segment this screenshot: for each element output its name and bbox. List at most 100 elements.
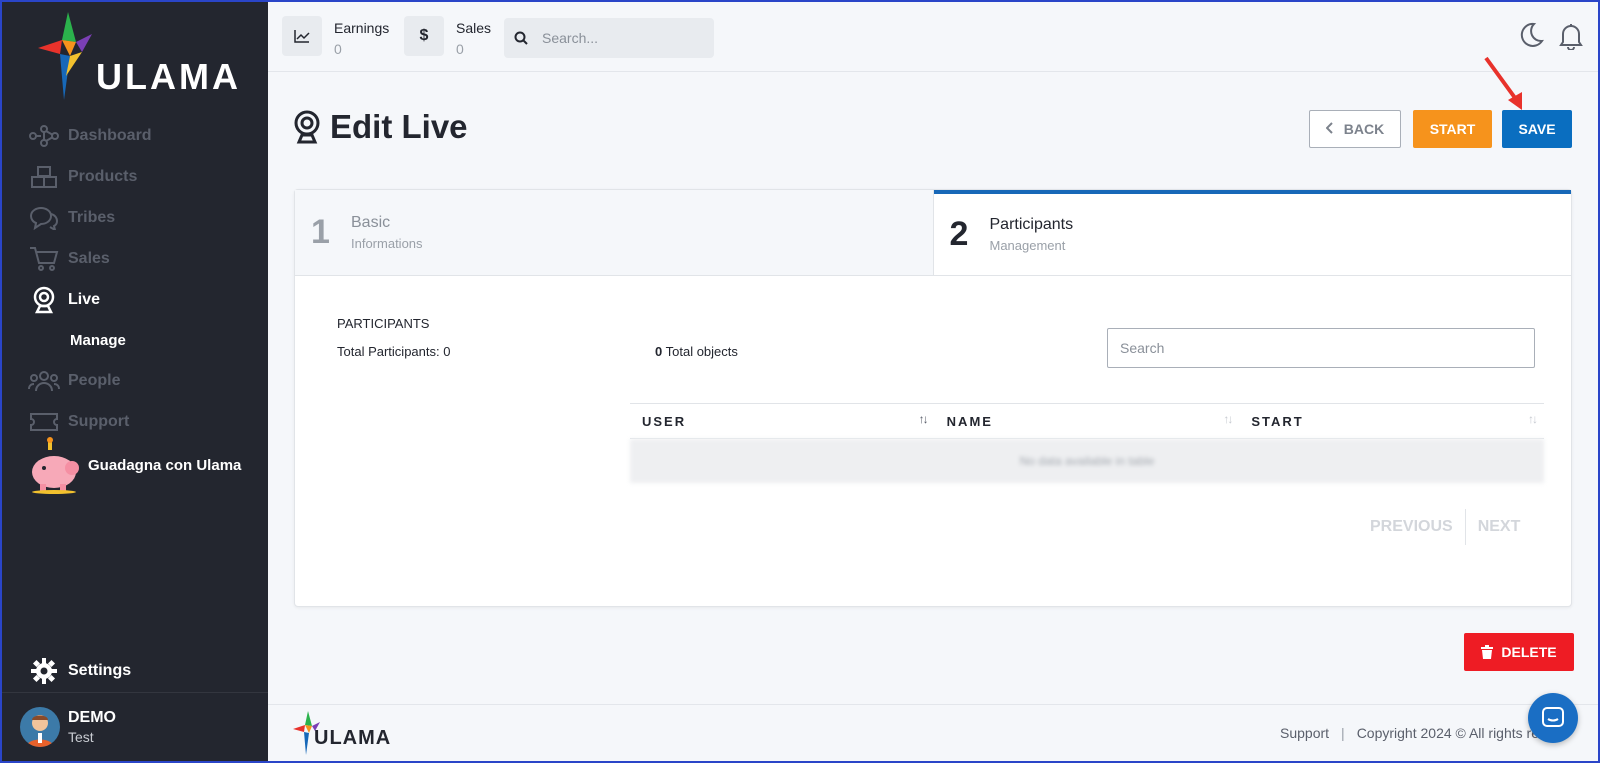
piggy-bank-icon (32, 437, 79, 494)
network-icon (28, 122, 60, 150)
bell-icon[interactable] (1558, 22, 1584, 50)
sidebar-item-label: Live (68, 290, 101, 308)
participants-search-input[interactable] (1108, 329, 1534, 367)
chat-icon (1542, 707, 1564, 727)
total-objects: 0 Total objects (655, 344, 738, 359)
sidebar: ULAMA Dashboard Products Tribes Sales Li… (2, 2, 268, 761)
earnings-value: 0 (334, 41, 342, 57)
settings-label: Settings (68, 662, 132, 679)
sales-stat: $ Sales 0 (404, 16, 491, 57)
sidebar-item-settings[interactable]: Settings (28, 652, 131, 690)
footer-support-link[interactable]: Support (1280, 725, 1329, 741)
global-search-input[interactable] (542, 30, 692, 46)
sidebar-item-people[interactable]: People (2, 360, 268, 401)
table-header: USER ↑↓ NAME ↑↓ START ↑↓ (630, 403, 1544, 439)
people-icon (28, 367, 60, 395)
top-icons (1518, 22, 1584, 50)
boxes-icon (28, 163, 60, 191)
footer-logo[interactable]: ULAMA (292, 711, 402, 755)
column-start[interactable]: START ↑↓ (1239, 404, 1544, 438)
back-button[interactable]: BACK (1309, 110, 1401, 148)
sidebar-item-live[interactable]: Live (2, 279, 268, 320)
sales-value: 0 (456, 41, 464, 57)
sidebar-item-label: Dashboard (68, 126, 152, 144)
sidebar-item-sales[interactable]: Sales (2, 238, 268, 279)
participants-table: USER ↑↓ NAME ↑↓ START ↑↓ No data availab… (630, 403, 1544, 483)
column-label: USER (642, 413, 687, 429)
page-title-text: Edit Live (330, 108, 468, 145)
step-title: Basic (351, 214, 391, 231)
step-basic[interactable]: 1 Basic Informations (295, 190, 934, 276)
footer-separator: | (1341, 725, 1345, 741)
pagination: PREVIOUS NEXT (1370, 509, 1520, 545)
step-number: 2 (949, 215, 969, 253)
delete-label: DELETE (1501, 644, 1557, 660)
start-button[interactable]: START (1413, 110, 1492, 148)
ticket-icon (28, 408, 60, 436)
sort-icon: ↑↓ (1528, 412, 1538, 426)
table-empty-row: No data available in table (630, 439, 1544, 483)
sidebar-item-label: Support (68, 412, 130, 430)
moon-icon[interactable] (1518, 22, 1544, 48)
delete-button[interactable]: DELETE (1464, 633, 1574, 671)
footer: ULAMA Support | Copyright 2024 © All rig… (268, 704, 1598, 761)
step-number: 1 (311, 213, 330, 251)
column-label: NAME (946, 413, 993, 429)
sort-icon: ↑↓ (1223, 412, 1233, 426)
column-user[interactable]: USER ↑↓ (630, 404, 935, 438)
sidebar-item-dashboard[interactable]: Dashboard (2, 115, 268, 156)
top-bar: Earnings 0 $ Sales 0 (268, 2, 1598, 72)
chat-launcher-button[interactable] (1528, 693, 1578, 743)
sidebar-item-tribes[interactable]: Tribes (2, 197, 268, 238)
sidebar-item-label: People (68, 371, 121, 389)
pagination-divider (1464, 509, 1466, 545)
gear-icon (28, 658, 60, 684)
step-subtitle: Management (989, 238, 1066, 253)
chevron-left-icon (1325, 121, 1334, 137)
column-label: START (1251, 413, 1304, 429)
cart-icon (28, 245, 60, 273)
total-objects-count: 0 (655, 344, 663, 359)
avatar (20, 707, 60, 747)
sales-label: Sales (456, 20, 492, 36)
trash-icon (1481, 645, 1494, 659)
earn-with-ulama-link[interactable]: Guadagna con Ulama (28, 436, 258, 494)
global-search[interactable] (504, 18, 714, 58)
webcam-icon (292, 110, 322, 144)
chat-bubbles-icon (28, 204, 60, 232)
step-subtitle: Informations (351, 236, 423, 251)
participants-heading: PARTICIPANTS (337, 316, 430, 331)
footer-links: Support | Copyright 2024 © All rights re… (1280, 725, 1546, 741)
total-objects-text: Total objects (665, 344, 738, 359)
bird-logo-icon (38, 12, 92, 100)
sidebar-item-label: Sales (68, 249, 110, 267)
participants-total: Total Participants: 0 (337, 344, 451, 359)
participants-search[interactable] (1107, 328, 1535, 368)
user-name: DEMO (68, 709, 116, 726)
footer-brand-name: ULAMA (314, 727, 392, 749)
user-role: Test (68, 729, 94, 745)
sidebar-item-label: Products (68, 167, 138, 185)
earnings-label: Earnings (334, 20, 390, 36)
previous-button[interactable]: PREVIOUS (1370, 518, 1453, 536)
save-button[interactable]: SAVE (1502, 110, 1572, 148)
dollar-icon: $ (404, 16, 444, 56)
sidebar-nav: Dashboard Products Tribes Sales Live Man… (2, 115, 268, 442)
back-label: BACK (1343, 121, 1385, 137)
chart-line-icon (282, 16, 322, 56)
search-icon (514, 31, 528, 45)
brand-name: ULAMA (96, 56, 241, 97)
sidebar-subitem-manage[interactable]: Manage (2, 320, 268, 360)
user-profile[interactable]: DEMO Test (2, 692, 268, 761)
step-participants[interactable]: 2 Participants Management (933, 190, 1571, 276)
sidebar-item-label: Tribes (68, 208, 116, 226)
brand-logo[interactable]: ULAMA (36, 12, 238, 102)
column-name[interactable]: NAME ↑↓ (935, 404, 1240, 438)
next-button[interactable]: NEXT (1478, 518, 1521, 536)
wizard-steps: 1 Basic Informations 2 Participants Mana… (295, 190, 1571, 276)
page-title: Edit Live (292, 108, 468, 146)
earn-label: Guadagna con Ulama (88, 456, 242, 474)
sidebar-item-products[interactable]: Products (2, 156, 268, 197)
sort-icon: ↑↓ (918, 412, 929, 426)
step-title: Participants (989, 216, 1074, 233)
